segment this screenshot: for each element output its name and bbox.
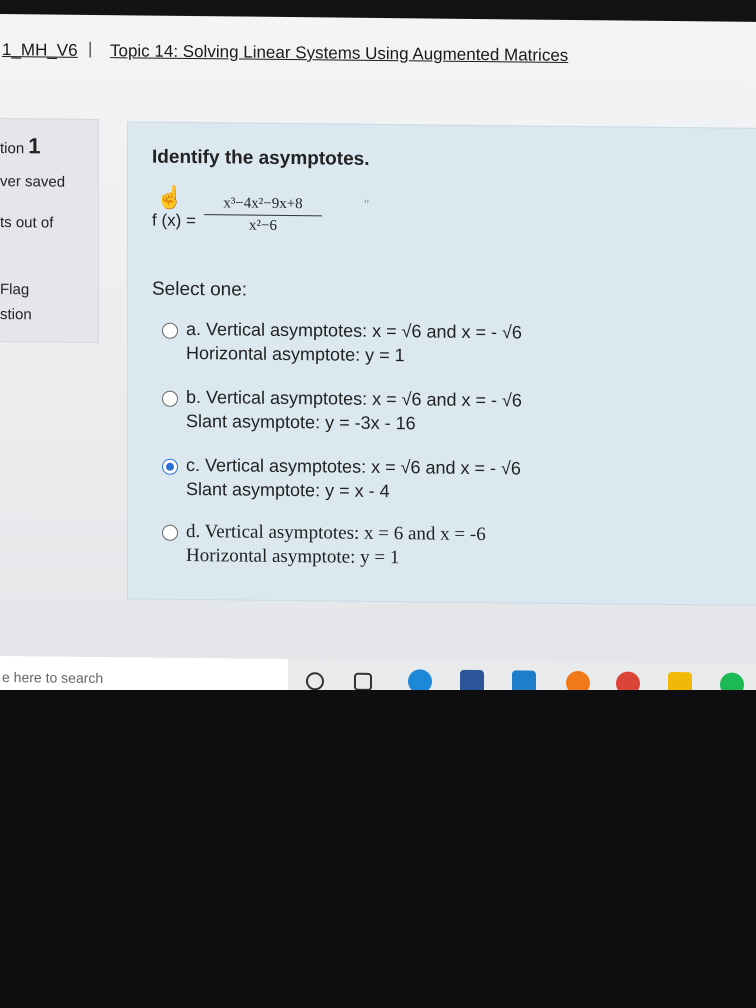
monitor-screen: 1_MH_V6 | Topic 14: Solving Linear Syste…: [0, 14, 756, 706]
question-info-panel: tion 1 ver saved ts out of Flag stion: [0, 118, 99, 344]
question-title: Identify the asymptotes.: [152, 146, 370, 170]
points-text: ts out of: [0, 214, 54, 232]
option-d-line2: Horizontal asymptote: y = 1: [186, 544, 400, 569]
stray-mark: ′′: [364, 196, 369, 212]
option-a-line2: Horizontal asymptote: y = 1: [186, 342, 405, 366]
answer-saved-status: ver saved: [0, 173, 66, 191]
flag-question-link-continued[interactable]: stion: [0, 306, 32, 323]
flag-question-link[interactable]: Flag: [0, 281, 29, 298]
option-a-radio[interactable]: [162, 322, 178, 339]
task-view-icon[interactable]: [354, 672, 372, 691]
option-c-line2: Slant asymptote: y = x - 4: [186, 478, 390, 502]
option-c-radio-selected[interactable]: [162, 458, 178, 475]
course-link[interactable]: 1_MH_V6: [2, 40, 78, 61]
option-a-line1: a. Vertical asymptotes: x = √6 and x = -…: [186, 318, 522, 343]
breadcrumb: 1_MH_V6 | Topic 14: Solving Linear Syste…: [0, 36, 756, 78]
option-c-line1: c. Vertical asymptotes: x = √6 and x = -…: [186, 454, 521, 479]
question-content: Identify the asymptotes. ☝ f (x) = x³−4x…: [127, 121, 756, 606]
topic-link[interactable]: Topic 14: Solving Linear Systems Using A…: [110, 41, 568, 66]
breadcrumb-separator: |: [88, 38, 93, 58]
cortana-icon[interactable]: [306, 672, 324, 691]
fraction-denominator: x²−6: [249, 217, 277, 234]
option-b-radio[interactable]: [162, 390, 178, 407]
hand-cursor-icon: ☝: [156, 184, 184, 210]
option-b-line2: Slant asymptote: y = -3x - 16: [186, 410, 416, 434]
function-label: f (x) =: [152, 210, 196, 231]
option-d-radio[interactable]: [162, 524, 178, 541]
question-number-value: 1: [28, 133, 41, 159]
fraction-numerator: x³−4x²−9x+8: [204, 195, 322, 217]
select-one-label: Select one:: [152, 278, 248, 301]
option-d-line1: d. Vertical asymptotes: x = 6 and x = -6: [186, 520, 486, 546]
search-placeholder: e here to search: [2, 669, 104, 687]
question-label: tion: [0, 140, 25, 158]
function-fraction: x³−4x²−9x+8 x²−6: [204, 195, 322, 235]
option-b-line1: b. Vertical asymptotes: x = √6 and x = -…: [186, 386, 522, 411]
monitor-bezel: [0, 690, 756, 1008]
question-number: tion 1: [0, 133, 40, 159]
